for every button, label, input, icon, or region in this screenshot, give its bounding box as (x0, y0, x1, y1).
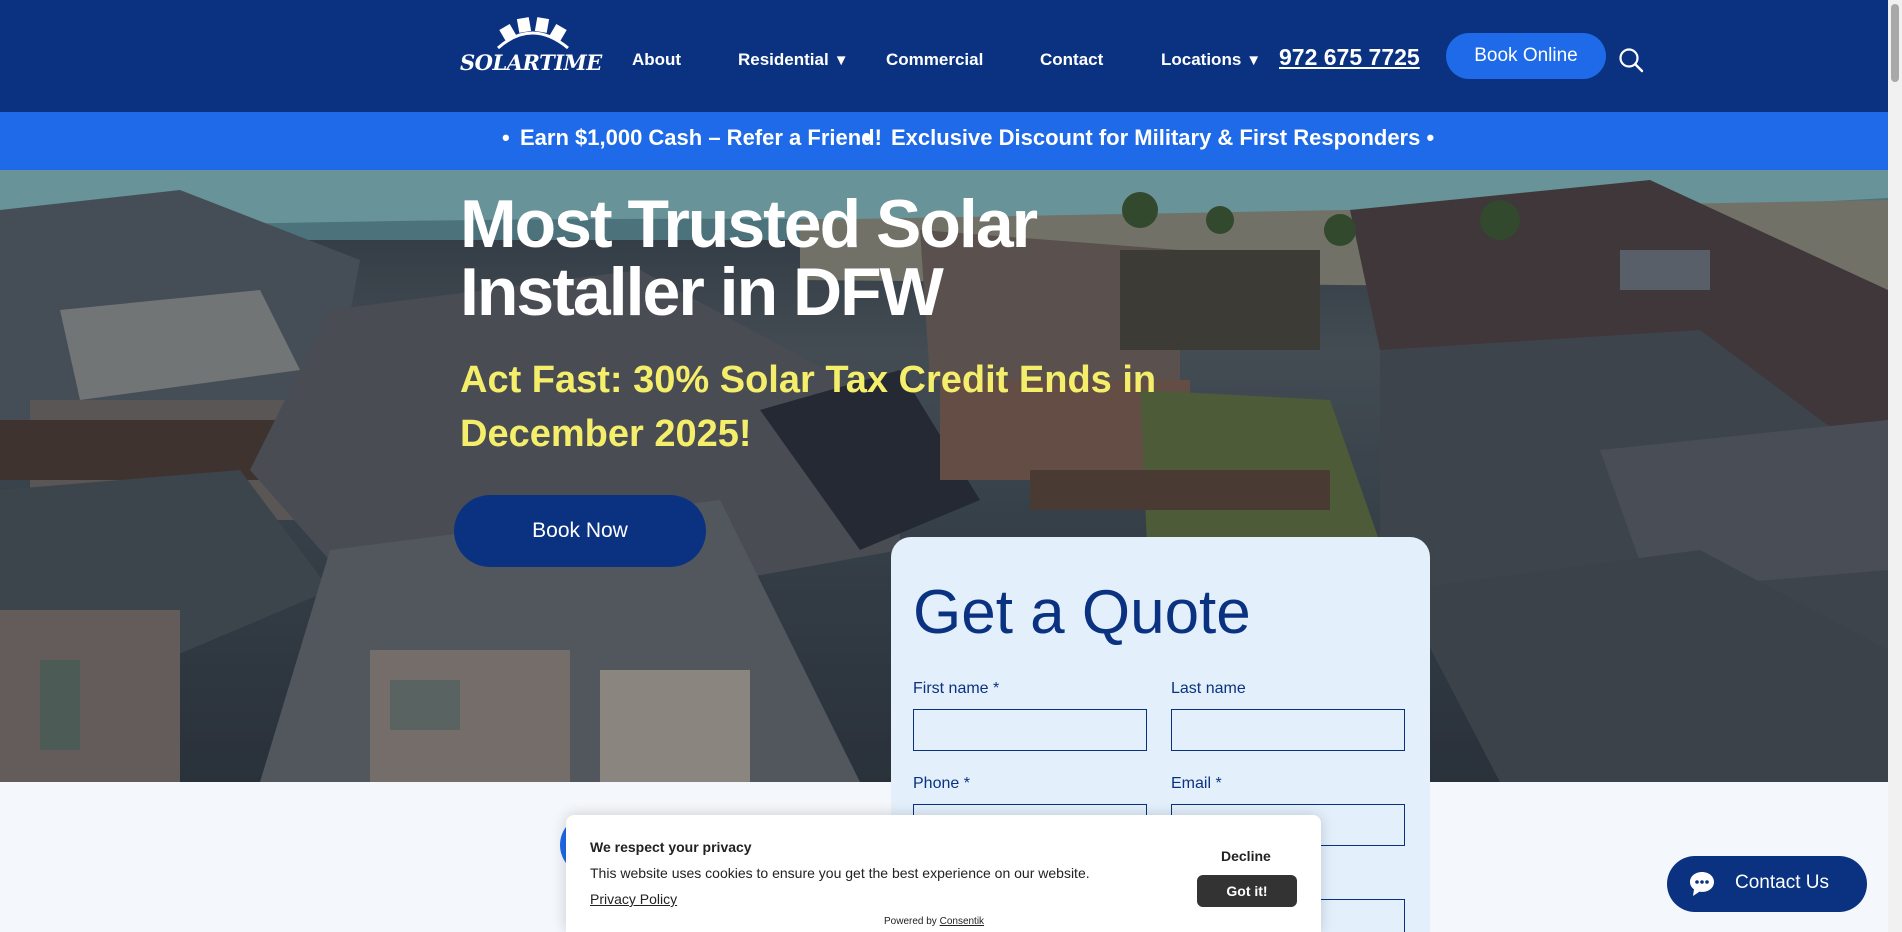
hero-subtitle-line: December 2025! (460, 413, 752, 455)
email-label: Email * (1171, 775, 1222, 792)
chevron-down-icon: ▼ (1246, 52, 1262, 69)
book-now-button[interactable]: Book Now (454, 495, 706, 567)
nav-about-label: About (632, 50, 682, 69)
site-header: SOLARTIME About Residential ▼ Commercial … (0, 0, 1888, 112)
contact-us-button[interactable]: Contact Us (1667, 856, 1867, 912)
search-icon[interactable] (1618, 47, 1644, 73)
promo-bullet: • (864, 125, 872, 150)
chevron-down-icon: ▼ (833, 52, 849, 69)
chat-bubble-icon (1690, 872, 1714, 896)
scrollbar-thumb[interactable] (1891, 4, 1899, 82)
decline-button[interactable]: Decline (1221, 848, 1271, 864)
privacy-policy-link[interactable]: Privacy Policy (590, 891, 677, 907)
sun-panels-icon (497, 17, 569, 50)
nav-residential[interactable]: Residential ▼ (738, 50, 849, 70)
solartime-logo[interactable]: SOLARTIME (460, 12, 605, 75)
nav-commercial-label: Commercial (886, 50, 984, 69)
promo-bar: • Earn $1,000 Cash – Refer a Friend! • E… (0, 112, 1888, 170)
nav-commercial[interactable]: Commercial (886, 50, 983, 70)
hero-title: Most Trusted Solar Installer in DFW (460, 190, 1160, 326)
last-name-label: Last name (1171, 680, 1246, 697)
promo-referral[interactable]: Earn $1,000 Cash – Refer a Friend! (520, 125, 882, 151)
accept-cookies-button[interactable]: Got it! (1197, 875, 1297, 907)
hero-title-line: Installer in DFW (460, 254, 944, 330)
phone-label: Phone * (913, 775, 970, 792)
cookie-text: This website uses cookies to ensure you … (590, 865, 1090, 881)
first-name-label: First name * (913, 680, 1000, 697)
last-name-field[interactable] (1171, 709, 1405, 751)
page-scrollbar[interactable] (1888, 0, 1902, 932)
logo-wordmark: SOLARTIME (460, 50, 602, 75)
book-online-button[interactable]: Book Online (1446, 33, 1606, 79)
contact-us-label: Contact Us (1735, 872, 1829, 893)
nav-about[interactable]: About (632, 50, 681, 70)
cookie-banner: We respect your privacy This website use… (566, 815, 1321, 932)
powered-by-label: Powered by (884, 916, 937, 927)
promo-military-discount[interactable]: Exclusive Discount for Military & First … (891, 125, 1434, 151)
nav-locations-label: Locations (1161, 50, 1242, 69)
first-name-field[interactable] (913, 709, 1147, 751)
consentik-link[interactable]: Consentik (940, 916, 984, 927)
nav-contact[interactable]: Contact (1040, 50, 1103, 70)
hero-subtitle-line: Act Fast: 30% Solar Tax Credit Ends in (460, 359, 1157, 401)
promo-bullet: • (502, 125, 510, 150)
nav-contact-label: Contact (1040, 50, 1104, 69)
nav-locations[interactable]: Locations ▼ (1161, 50, 1261, 70)
powered-by: Powered by Consentik (884, 916, 984, 927)
cookie-title: We respect your privacy (590, 839, 752, 855)
nav-residential-label: Residential (738, 50, 829, 69)
phone-link[interactable]: 972 675 7725 (1279, 44, 1420, 71)
hero-title-line: Most Trusted Solar (460, 186, 1038, 262)
quote-form-title: Get a Quote (913, 578, 1251, 647)
hero-subtitle: Act Fast: 30% Solar Tax Credit Ends in D… (460, 353, 1160, 461)
